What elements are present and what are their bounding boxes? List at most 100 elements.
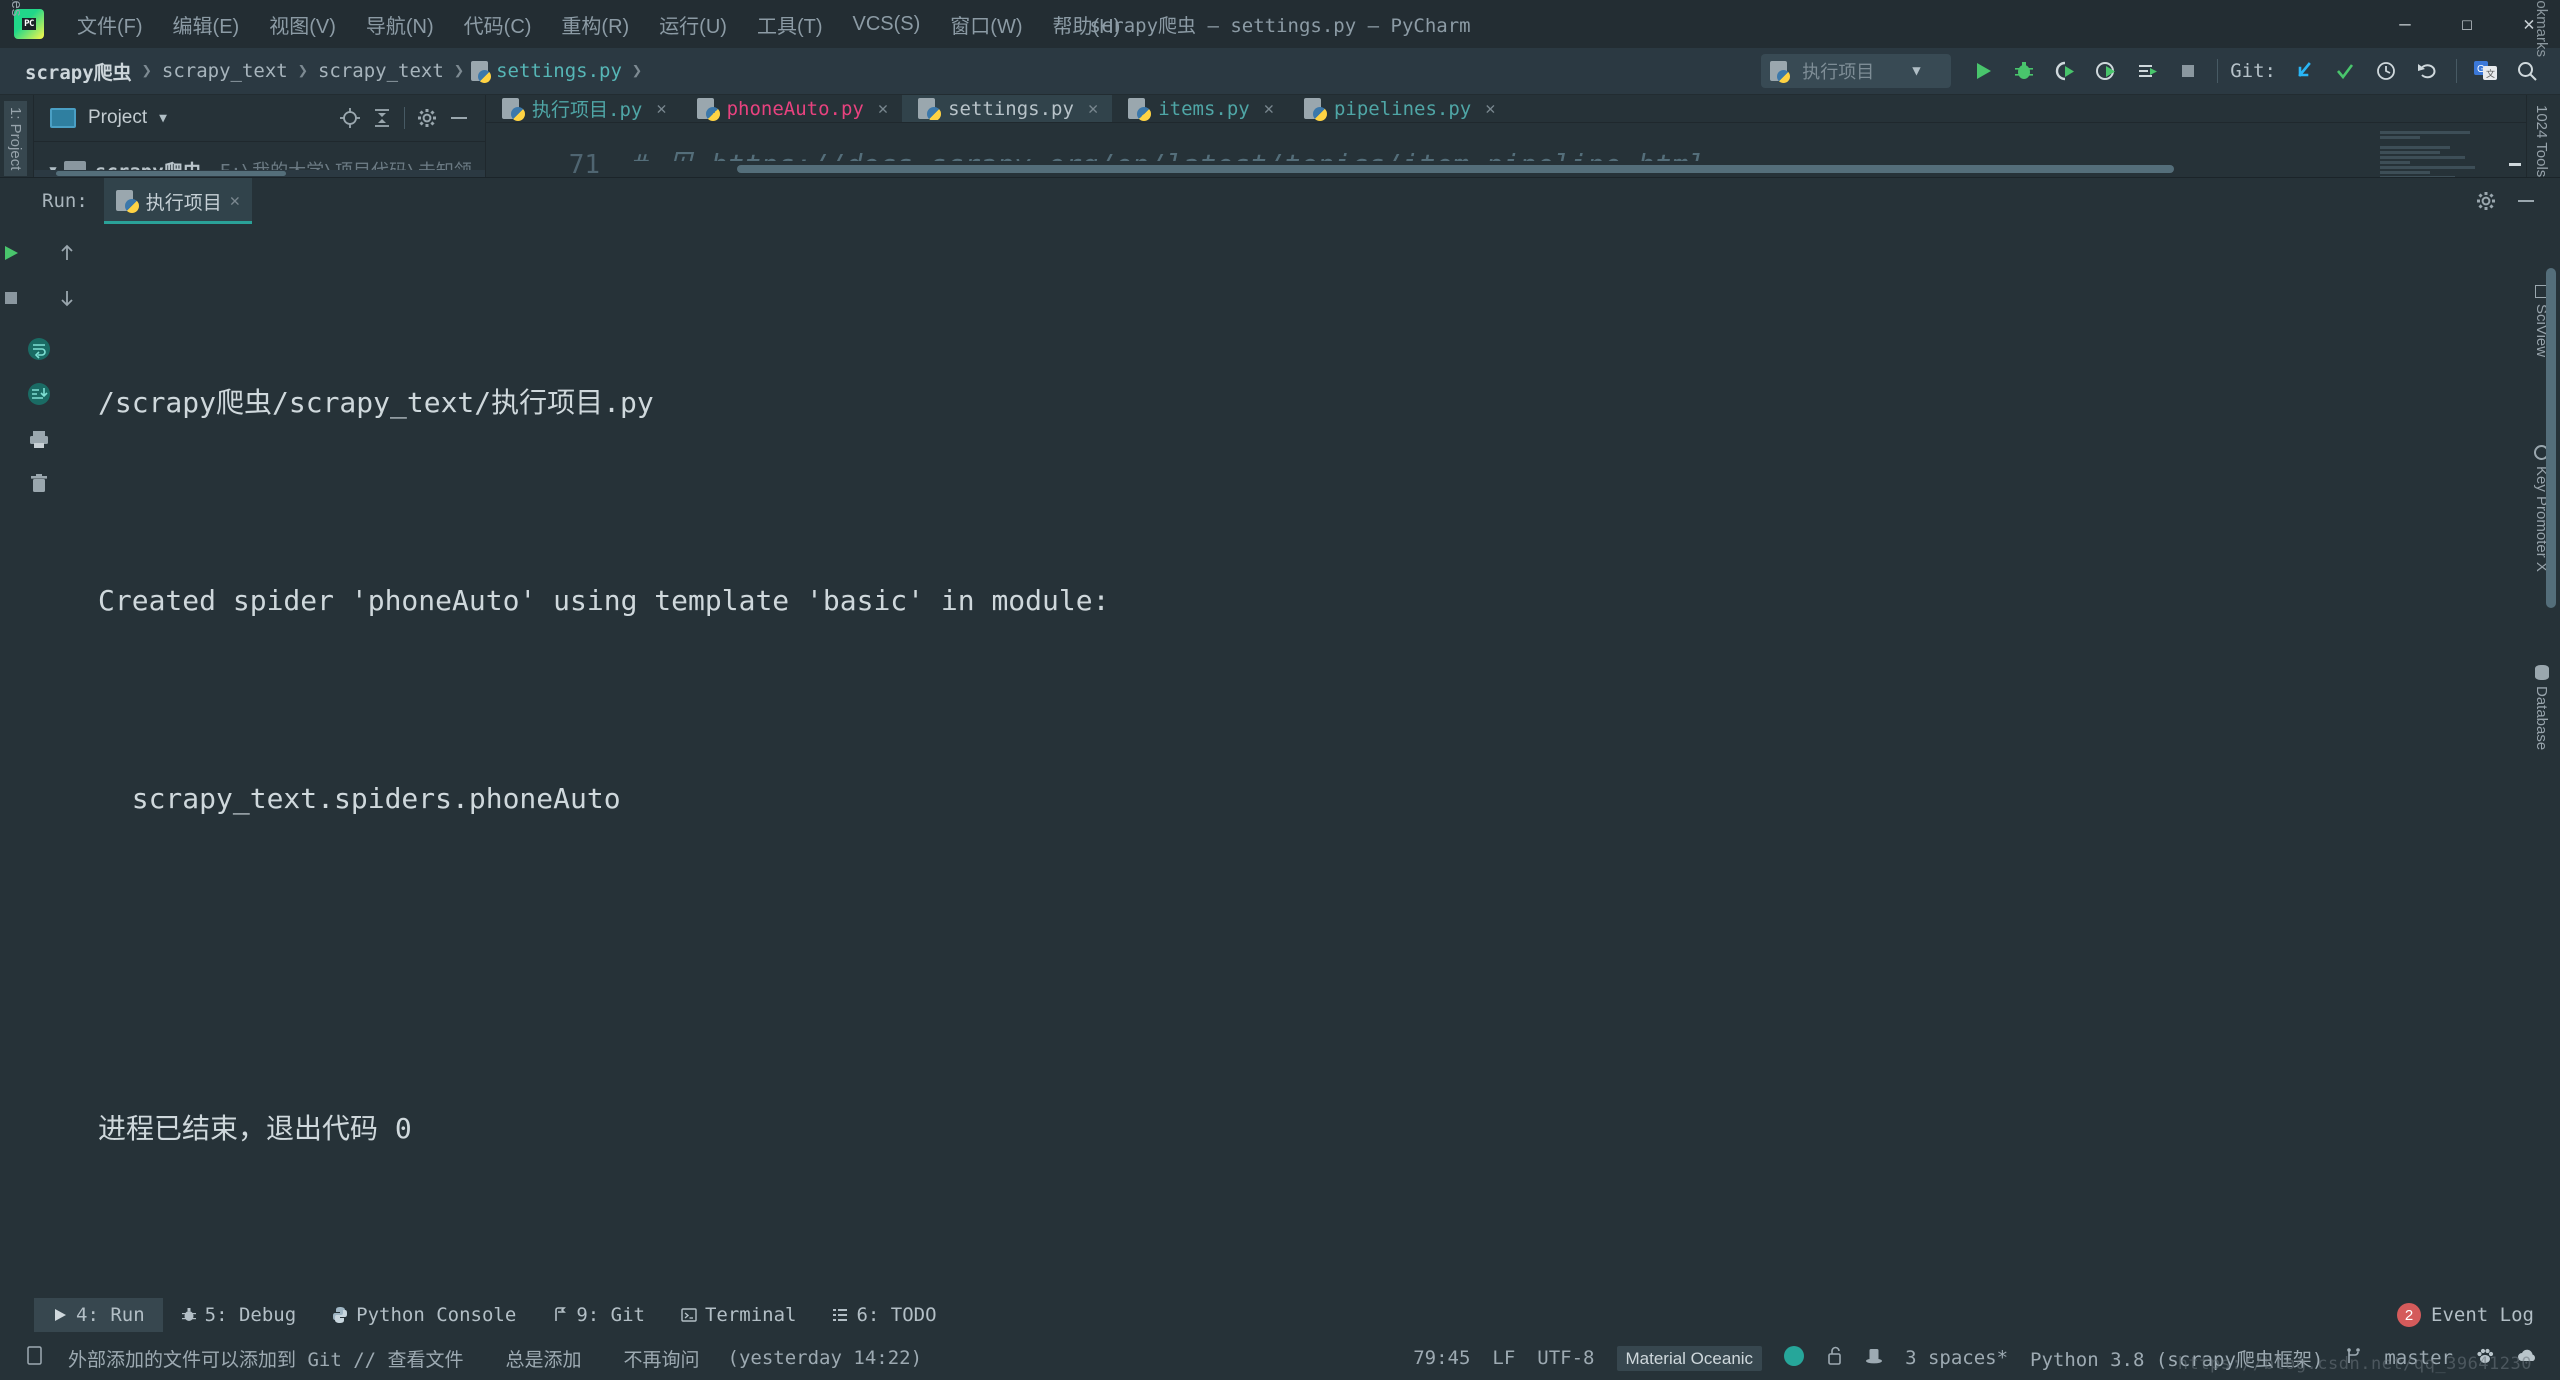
hide-window-icon[interactable] <box>443 102 475 134</box>
print-icon[interactable] <box>18 418 60 460</box>
soft-wrap-icon[interactable] <box>18 328 60 370</box>
run-tab-execute-project[interactable]: 执行项目 ✕ <box>104 178 252 224</box>
run-hide-icon[interactable] <box>2510 185 2542 217</box>
menu-tools[interactable]: 工具(T) <box>742 6 838 43</box>
tab-items[interactable]: items.py ✕ <box>1112 95 1288 122</box>
menu-file[interactable]: 文件(F) <box>62 6 158 43</box>
editor-error-stripe[interactable] <box>2504 123 2526 177</box>
chevron-down-icon[interactable]: ▼ <box>1912 63 1920 79</box>
status-tool-label: Terminal <box>705 1304 797 1326</box>
tree-row-scrapy-spider[interactable]: ▼ scrapy爬虫 F:\我的大学\项目代码\未知领 <box>34 149 485 170</box>
menu-refactor[interactable]: 重构(R) <box>546 6 644 43</box>
breadcrumb-item-1[interactable]: scrapy_text <box>159 60 291 82</box>
indent-setting[interactable]: 3 spaces* <box>1894 1347 2019 1369</box>
chevron-down-icon[interactable]: ▼ <box>159 111 167 126</box>
menu-edit[interactable]: 编辑(E) <box>158 6 255 43</box>
hat-icon[interactable] <box>1854 1346 1894 1371</box>
status-tool-git[interactable]: 9: Git <box>534 1298 663 1332</box>
header-divider <box>404 107 405 129</box>
run-tab-close-icon[interactable]: ✕ <box>230 191 240 211</box>
pycharm-window: PC 文件(F) 编辑(E) 视图(V) 导航(N) 代码(C) 重构(R) 运… <box>0 0 2560 1380</box>
project-horizontal-scrollbar[interactable] <box>34 170 485 177</box>
locate-icon[interactable] <box>334 102 366 134</box>
status-tool-run[interactable]: 4: Run <box>34 1298 163 1332</box>
status-tool-terminal[interactable]: Terminal <box>663 1298 815 1332</box>
sidebar-item-1024tools[interactable]: 1024 Tools <box>2533 105 2550 177</box>
status-action-always-add[interactable]: 总是添加 <box>494 1345 594 1372</box>
breadcrumb-item-3[interactable]: settings.py <box>493 60 625 82</box>
status-tool-python-console[interactable]: Python Console <box>314 1298 534 1332</box>
theme-chip[interactable]: Material Oceanic <box>1606 1347 1774 1369</box>
tab-pipelines[interactable]: pipelines.py ✕ <box>1288 95 1510 122</box>
run-with-coverage-button[interactable] <box>2046 52 2084 90</box>
editor-horizontal-scrollbar[interactable] <box>622 161 2374 177</box>
expand-arrow-icon[interactable]: ▼ <box>42 163 64 170</box>
breadcrumb-item-2[interactable]: scrapy_text <box>315 60 447 82</box>
tab-close-icon[interactable]: ✕ <box>1264 99 1274 119</box>
sidebar-item-bookmarks[interactable]: Bookmarks <box>2533 0 2550 57</box>
menu-run[interactable]: 运行(U) <box>644 6 742 43</box>
vcs-change-bar[interactable] <box>614 123 622 177</box>
run-console-scrollbar[interactable] <box>2546 268 2556 608</box>
rollback-icon[interactable] <box>2408 52 2446 90</box>
history-icon[interactable] <box>2367 52 2405 90</box>
lock-icon[interactable] <box>1815 1346 1854 1371</box>
menu-code[interactable]: 代码(C) <box>449 6 547 43</box>
breadcrumb-item-0[interactable]: scrapy爬虫 <box>22 58 135 85</box>
tab-close-icon[interactable]: ✕ <box>1088 99 1098 119</box>
run-window-body: /scrapy爬虫/scrapy_text/执行项目.py Created sp… <box>0 224 2560 1294</box>
menu-navigate[interactable]: 导航(N) <box>351 6 449 43</box>
clear-all-icon[interactable] <box>18 463 60 505</box>
tab-run-project[interactable]: 执行项目.py ✕ <box>486 95 681 122</box>
tab-close-icon[interactable]: ✕ <box>1485 99 1495 119</box>
event-log-button[interactable]: 2 Event Log <box>2397 1303 2534 1327</box>
caret-position[interactable]: 79:45 <box>1402 1347 1481 1369</box>
tools-strip-label: 1024 Tools <box>2533 105 2550 177</box>
status-action-dont-ask[interactable]: 不再询问 <box>612 1345 712 1372</box>
settings-gear-icon[interactable] <box>411 102 443 134</box>
theme-dot-icon[interactable] <box>1773 1346 1815 1371</box>
maximize-button[interactable]: ☐ <box>2436 0 2498 48</box>
sidebar-item-project[interactable]: 1: Project <box>4 101 27 176</box>
stop-icon[interactable] <box>0 277 32 319</box>
file-encoding[interactable]: UTF-8 <box>1526 1347 1605 1369</box>
run-console-output[interactable]: /scrapy爬虫/scrapy_text/执行项目.py Created sp… <box>78 224 2560 1294</box>
run-settings-gear-icon[interactable] <box>2470 185 2502 217</box>
menu-window[interactable]: 窗口(W) <box>935 6 1037 43</box>
tab-close-icon[interactable]: ✕ <box>878 99 888 119</box>
project-tree: ▼ scrapy爬虫 F:\我的大学\项目代码\未知领 ▼ scrapy_tex… <box>34 142 485 170</box>
sidebar-item-favorites[interactable]: 2: Favorites <box>5 0 28 22</box>
tab-phoneauto[interactable]: phoneAuto.py ✕ <box>681 95 903 122</box>
scroll-to-end-icon[interactable] <box>18 373 60 415</box>
menu-help[interactable]: 帮助(H) <box>1038 6 1136 43</box>
code-editor[interactable]: 71 72 73 74 75 76 77 78 79 80 <box>486 123 2526 177</box>
menu-view[interactable]: 视图(V) <box>254 6 351 43</box>
debug-button[interactable] <box>2005 52 2043 90</box>
tab-close-icon[interactable]: ✕ <box>656 99 666 119</box>
tree-label: scrapy爬虫 <box>95 157 202 171</box>
run-configuration-selector[interactable]: 执行项目 ▼ <box>1761 54 1951 88</box>
editor-gutter[interactable]: 71 72 73 74 75 76 77 78 79 80 <box>486 123 614 177</box>
menu-vcs[interactable]: VCS(S) <box>838 9 936 40</box>
rerun-icon[interactable] <box>0 232 32 274</box>
minimize-button[interactable]: — <box>2374 0 2436 48</box>
search-icon[interactable] <box>2508 52 2546 90</box>
project-tool-window: Project ▼ <box>34 95 486 177</box>
commit-icon[interactable] <box>2326 52 2364 90</box>
run-with-parameters-button[interactable] <box>2128 52 2166 90</box>
git-icon <box>552 1307 568 1323</box>
profile-button[interactable] <box>2087 52 2125 90</box>
editor-minimap[interactable] <box>2374 123 2504 177</box>
run-button[interactable] <box>1964 52 2002 90</box>
translate-icon[interactable]: G文 <box>2467 52 2505 90</box>
code-text[interactable]: # 见 https://docs.scrapy.org/en/latest/to… <box>622 123 2374 177</box>
update-project-icon[interactable] <box>2285 52 2323 90</box>
status-tool-todo[interactable]: 6: TODO <box>814 1298 954 1332</box>
favorites-strip-label: 2: Favorites <box>8 0 25 16</box>
close-button[interactable]: ✕ <box>2498 0 2560 48</box>
collapse-all-icon[interactable] <box>366 102 398 134</box>
line-separator[interactable]: LF <box>1481 1347 1526 1369</box>
stop-button[interactable] <box>2169 52 2207 90</box>
status-tool-debug[interactable]: 5: Debug <box>163 1298 315 1332</box>
tab-settings[interactable]: settings.py ✕ <box>902 95 1112 122</box>
